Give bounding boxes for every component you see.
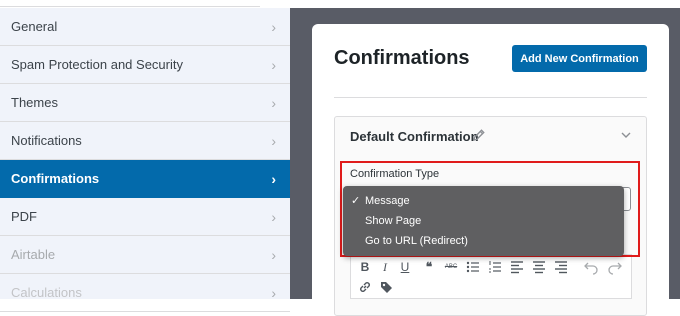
- sidebar-item-label: Themes: [11, 95, 58, 110]
- chevron-right-icon: ›: [271, 56, 276, 73]
- align-left-icon[interactable]: [509, 259, 525, 275]
- dropdown-option-message[interactable]: ✓ Message: [343, 191, 624, 211]
- divider: [334, 97, 647, 98]
- chevron-right-icon: ›: [271, 132, 276, 149]
- chevron-down-icon[interactable]: [620, 130, 632, 140]
- sidebar-item-confirmations[interactable]: Confirmations ›: [0, 160, 290, 198]
- sidebar-item-pdf[interactable]: PDF ›: [0, 198, 290, 236]
- top-strip: [0, 0, 290, 8]
- sidebar-item-label: Confirmations: [11, 171, 100, 186]
- sidebar-item-themes[interactable]: Themes ›: [0, 84, 290, 122]
- option-label: Show Page: [365, 215, 422, 227]
- confirmation-type-dropdown-menu: ✓ Message Show Page Go to URL (Redirect): [343, 186, 624, 256]
- redo-icon[interactable]: [607, 259, 623, 275]
- panel-header[interactable]: Default Confirmation: [335, 117, 646, 155]
- settings-sidebar: General › Spam Protection and Security ›…: [0, 8, 290, 312]
- numbered-list-icon[interactable]: [487, 259, 503, 275]
- undo-icon[interactable]: [583, 259, 599, 275]
- align-center-icon[interactable]: [531, 259, 547, 275]
- bold-button[interactable]: B: [357, 259, 373, 275]
- sidebar-item-label: PDF: [11, 209, 37, 224]
- chevron-right-icon: ›: [271, 284, 276, 301]
- sidebar-item-notifications[interactable]: Notifications ›: [0, 122, 290, 160]
- smart-tags-icon[interactable]: [379, 279, 395, 295]
- editor-toolbar: B I U ❝ ABC: [350, 254, 632, 299]
- sidebar-item-label: Notifications: [11, 133, 82, 148]
- sidebar-item-label: Airtable: [11, 247, 56, 262]
- sidebar-item-label: Calculations: [11, 285, 82, 300]
- page-title: Confirmations: [334, 47, 470, 69]
- sidebar-item-airtable[interactable]: Airtable ›: [0, 236, 290, 274]
- add-new-confirmation-button[interactable]: Add New Confirmation: [512, 45, 647, 72]
- dropdown-option-go-to-url[interactable]: Go to URL (Redirect): [343, 231, 624, 251]
- chevron-right-icon: ›: [271, 208, 276, 225]
- chevron-right-icon: ›: [271, 94, 276, 111]
- top-divider: [0, 0, 260, 7]
- underline-button[interactable]: U: [397, 259, 413, 275]
- option-label: Message: [365, 195, 410, 207]
- sidebar-item-spam-protection[interactable]: Spam Protection and Security ›: [0, 46, 290, 84]
- sidebar-item-calculations[interactable]: Calculations ›: [0, 274, 290, 312]
- chevron-right-icon: ›: [271, 246, 276, 263]
- blockquote-button[interactable]: ❝: [421, 259, 437, 275]
- strikethrough-button[interactable]: ABC: [443, 259, 459, 275]
- sidebar-item-label: Spam Protection and Security: [11, 57, 183, 72]
- sidebar-item-general[interactable]: General ›: [0, 8, 290, 46]
- option-label: Go to URL (Redirect): [365, 235, 468, 247]
- dropdown-option-show-page[interactable]: Show Page: [343, 211, 624, 231]
- italic-button[interactable]: I: [377, 259, 393, 275]
- chevron-right-icon: ›: [271, 170, 276, 187]
- checkmark-icon: ✓: [351, 195, 361, 207]
- pencil-icon[interactable]: [472, 128, 486, 142]
- align-right-icon[interactable]: [553, 259, 569, 275]
- sidebar-item-label: General: [11, 19, 58, 34]
- link-icon[interactable]: [357, 279, 373, 295]
- bullet-list-icon[interactable]: [465, 259, 481, 275]
- panel-title: Default Confirmation: [350, 129, 479, 144]
- chevron-right-icon: ›: [271, 18, 276, 35]
